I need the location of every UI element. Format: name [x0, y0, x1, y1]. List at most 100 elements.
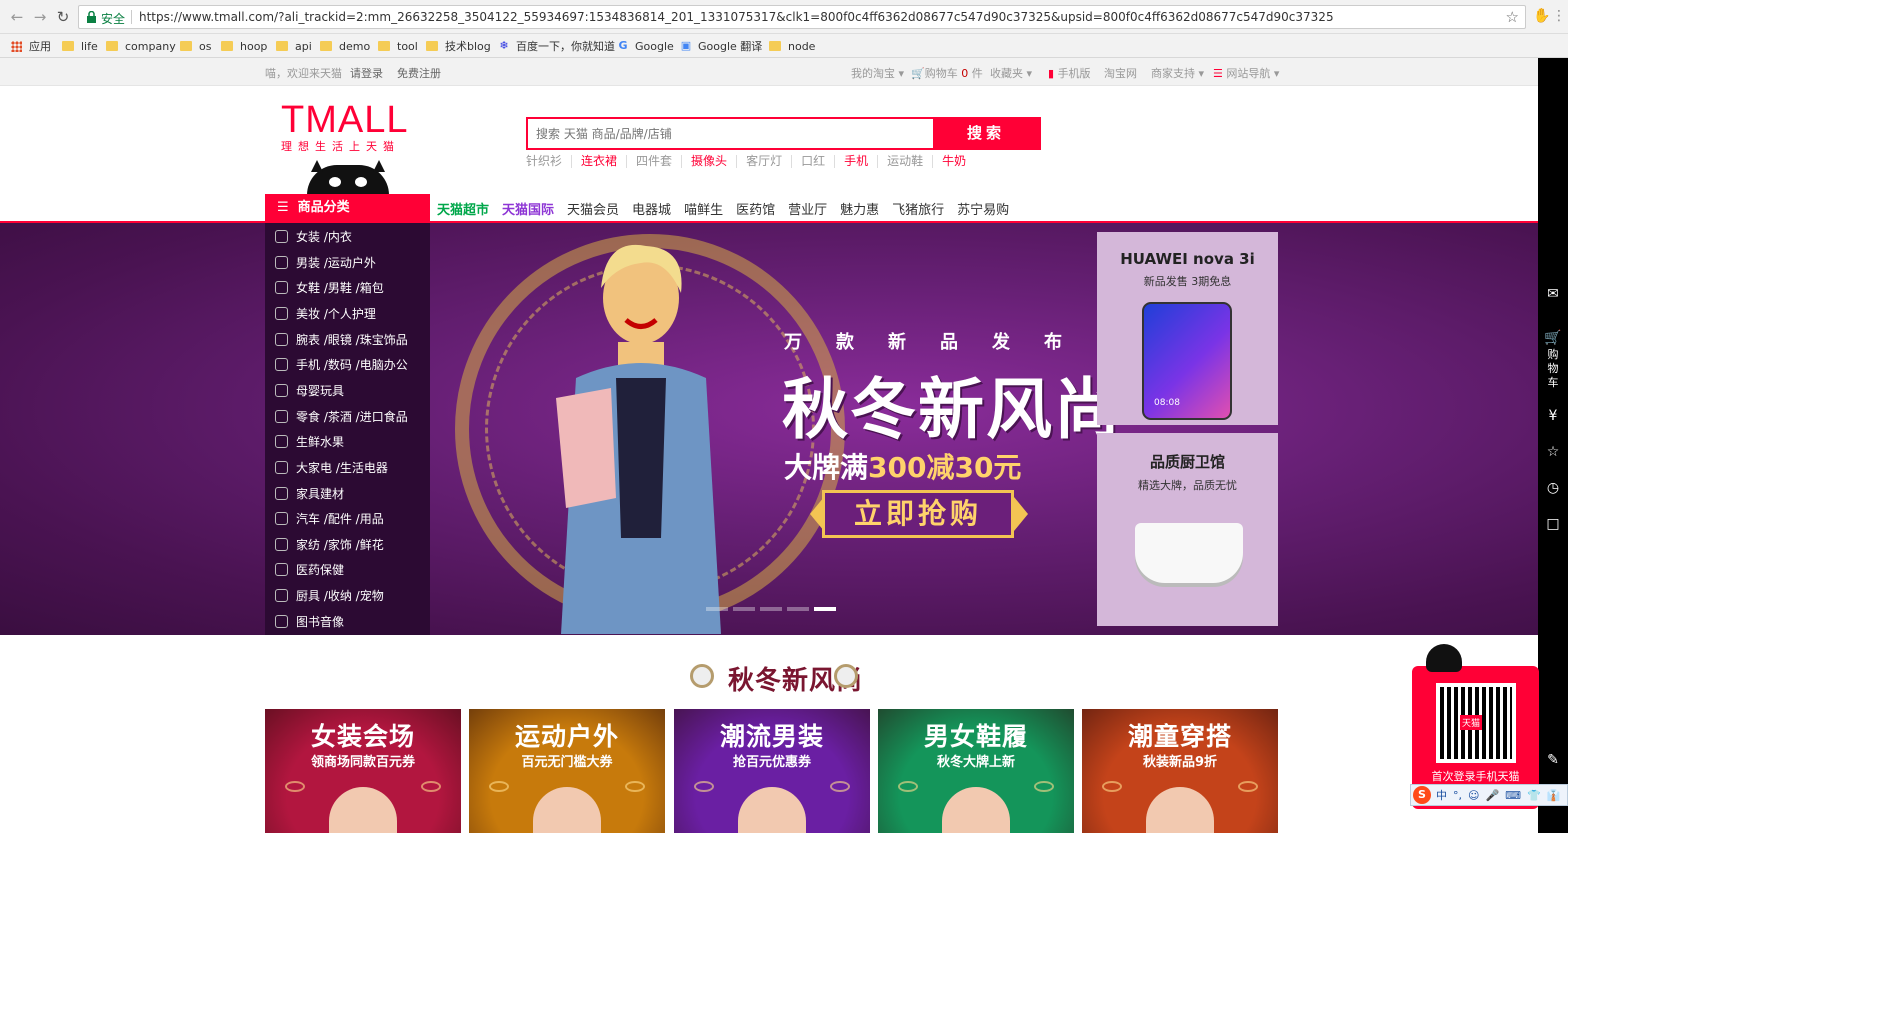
bookmark-google-translate[interactable]: ▣ Google 翻译 [680, 38, 763, 54]
carousel-dot[interactable] [733, 607, 755, 611]
hot-word[interactable]: 针织衫 [526, 155, 571, 168]
nav-business-hall[interactable]: 营业厅 [788, 199, 827, 218]
history-icon[interactable]: ◷ [1543, 480, 1563, 496]
tile-shoes[interactable]: 男女鞋履 秋冬大牌上新 [878, 709, 1074, 833]
nav-fliggy[interactable]: 飞猪旅行 [892, 199, 944, 218]
nav-tmall-member[interactable]: 天猫会员 [567, 199, 619, 218]
login-link[interactable]: 请登录 [350, 65, 383, 81]
hot-word[interactable]: 客厅灯 [736, 155, 791, 168]
tile-title: 运动户外 [514, 722, 619, 751]
category-item[interactable]: 腕表 /眼镜 /珠宝饰品 [275, 327, 408, 351]
envelope-icon[interactable]: ✉ [1543, 286, 1563, 302]
bookmark-os[interactable]: os [180, 38, 211, 54]
edit-icon[interactable]: ✎ [1543, 752, 1563, 768]
right-cart-label[interactable]: 购物车 [1545, 348, 1561, 390]
merchant-link[interactable]: 商家支持 ▾ [1151, 65, 1204, 81]
bookmark-google[interactable]: G Google [617, 38, 673, 54]
my-taobao-link[interactable]: 我的淘宝 ▾ [851, 65, 904, 81]
reload-icon[interactable]: ↻ [54, 8, 72, 26]
hot-word[interactable]: 运动鞋 [877, 155, 932, 168]
bookmark-tool[interactable]: tool [378, 38, 418, 54]
bookmark-apps[interactable]: 应用 [11, 38, 51, 54]
bookmark-hoop[interactable]: hoop [221, 38, 267, 54]
mobile-link[interactable]: ▮ 手机版 [1048, 65, 1091, 81]
tile-sports[interactable]: 运动户外 百元无门槛大券 [469, 709, 665, 833]
category-item[interactable]: 汽车 /配件 /用品 [275, 506, 384, 530]
nav-fresh[interactable]: 喵鲜生 [684, 199, 723, 218]
nav-pharmacy[interactable]: 医药馆 [736, 199, 775, 218]
bookmark-api[interactable]: api [276, 38, 312, 54]
category-item[interactable]: 家具建材 [275, 481, 344, 505]
back-icon[interactable]: ← [8, 8, 26, 26]
site-nav-link[interactable]: ☰ 网站导航 ▾ [1213, 65, 1279, 81]
bookmark-baidu[interactable]: ❄ 百度一下，你就知道 [498, 38, 615, 54]
bookmark-company[interactable]: company [106, 38, 176, 54]
taobao-link[interactable]: 淘宝网 [1104, 65, 1137, 81]
recharge-icon[interactable]: □ [1543, 516, 1563, 532]
hot-word[interactable]: 连衣裙 [571, 155, 626, 168]
category-item[interactable]: 家纺 /家饰 /鲜花 [275, 532, 384, 556]
cart-icon[interactable]: 🛒 [1543, 330, 1563, 346]
category-item[interactable]: 零食 /茶酒 /进口食品 [275, 404, 408, 428]
category-item[interactable]: 美妆 /个人护理 [275, 301, 376, 325]
category-item[interactable]: 医药保健 [275, 557, 344, 581]
nav-tmall-international[interactable]: 天猫国际 [502, 199, 554, 218]
mic-icon[interactable]: 🎤 [1485, 789, 1499, 802]
category-item[interactable]: 厨具 /收纳 /宠物 [275, 583, 384, 607]
hot-word[interactable]: 四件套 [626, 155, 681, 168]
promo-huawei[interactable]: HUAWEI nova 3i 新品发售 3期免息 08:08 [1097, 232, 1278, 425]
tile-women[interactable]: 女装会场 领商场同款百元券 [265, 709, 461, 833]
category-item[interactable]: 大家电 /生活电器 [275, 455, 388, 479]
bookmark-demo[interactable]: demo [320, 38, 370, 54]
favorites-link[interactable]: 收藏夹 ▾ [990, 65, 1032, 81]
category-item[interactable]: 生鲜水果 [275, 429, 344, 453]
bookmark-star-icon[interactable]: ☆ [1506, 8, 1519, 26]
toolbox-icon[interactable]: 👔 [1547, 789, 1561, 802]
extension-icon[interactable]: ✋ [1533, 8, 1550, 24]
category-item[interactable]: 女装 /内衣 [275, 224, 352, 248]
tile-men[interactable]: 潮流男装 抢百元优惠券 [674, 709, 870, 833]
keyboard-icon[interactable]: ⌨ [1505, 789, 1521, 802]
cart-link[interactable]: 🛒购物车 0 件 [911, 65, 983, 81]
hot-word[interactable]: 口红 [791, 155, 834, 168]
category-menu-button[interactable]: ☰ 商品分类 [265, 194, 430, 222]
register-link[interactable]: 免费注册 [397, 65, 441, 81]
url-text[interactable]: https://www.tmall.com/?ali_trackid=2:mm_… [139, 10, 1334, 24]
favorite-star-icon[interactable]: ☆ [1543, 444, 1563, 460]
category-item[interactable]: 手机 /数码 /电脑办公 [275, 352, 408, 376]
carousel-dot[interactable] [760, 607, 782, 611]
hot-word[interactable]: 牛奶 [932, 155, 975, 168]
hot-word[interactable]: 摄像头 [681, 155, 736, 168]
ime-toolbar[interactable]: S 中 °, ☺ 🎤 ⌨ 👕 👔 [1410, 784, 1568, 806]
search-button[interactable]: 搜索 [933, 119, 1039, 148]
address-bar[interactable]: 安全 https://www.tmall.com/?ali_trackid=2:… [78, 5, 1526, 29]
category-item[interactable]: 女鞋 /男鞋 /箱包 [275, 275, 384, 299]
nav-meilihui[interactable]: 魅力惠 [840, 199, 879, 218]
nav-tmall-supermarket[interactable]: 天猫超市 [437, 199, 489, 218]
menu-icon[interactable]: ⋮ [1552, 8, 1566, 24]
bookmark-life[interactable]: life [62, 38, 98, 54]
promo-bathroom[interactable]: 品质厨卫馆 精选大牌，品质无忧 [1097, 433, 1278, 626]
category-item[interactable]: 男装 /运动户外 [275, 250, 376, 274]
emoji-icon[interactable]: ☺ [1468, 789, 1479, 802]
tile-kids[interactable]: 潮童穿搭 秋装新品9折 [1082, 709, 1278, 833]
category-item[interactable]: 图书音像 [275, 609, 344, 633]
skin-icon[interactable]: 👕 [1527, 789, 1541, 802]
carousel-dot[interactable] [787, 607, 809, 611]
bookmark-techblog[interactable]: 技术blog [426, 38, 491, 54]
folder-icon [769, 41, 781, 51]
carousel-dot[interactable] [706, 607, 728, 611]
nav-appliance-city[interactable]: 电器城 [632, 199, 671, 218]
nav-suning[interactable]: 苏宁易购 [957, 199, 1009, 218]
ime-mode[interactable]: 中 [1436, 787, 1447, 803]
yuan-icon[interactable]: ¥ [1543, 408, 1563, 424]
buy-now-button[interactable]: 立即抢购 [822, 490, 1014, 538]
search-input[interactable] [528, 119, 933, 148]
carousel-dot-active[interactable] [814, 607, 836, 611]
hot-word[interactable]: 手机 [834, 155, 877, 168]
bookmark-node[interactable]: node [769, 38, 815, 54]
tmall-logo[interactable]: TMALL [281, 99, 408, 142]
punctuation-icon[interactable]: °, [1453, 789, 1462, 802]
category-item[interactable]: 母婴玩具 [275, 378, 344, 402]
forward-icon[interactable]: → [31, 8, 49, 26]
